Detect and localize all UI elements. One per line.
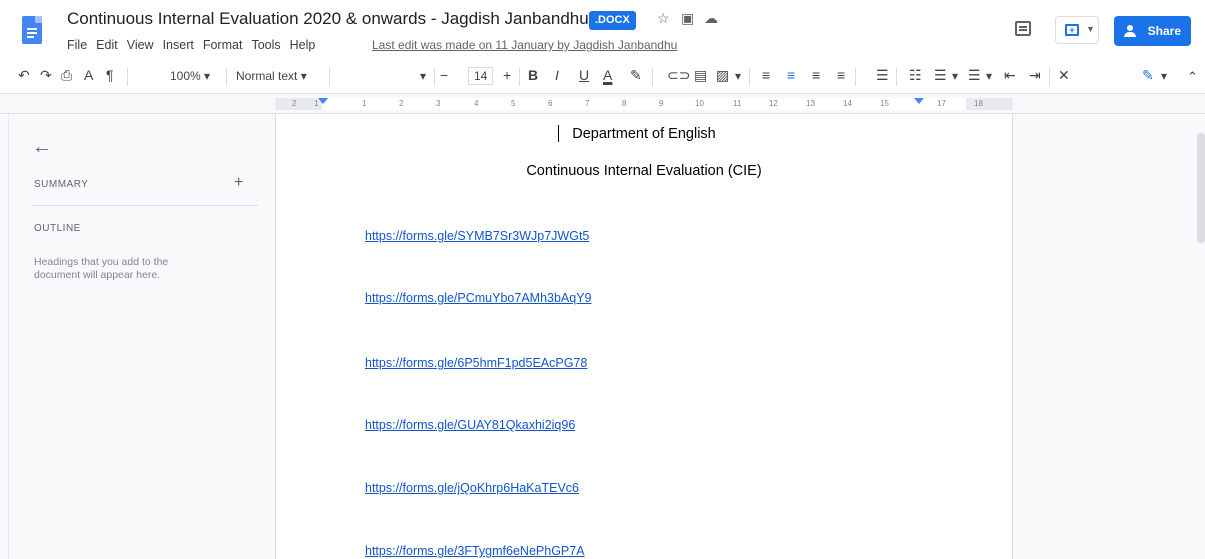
document-subheading[interactable]: Continuous Internal Evaluation (CIE) <box>276 163 1012 179</box>
increase-font-size-button[interactable]: + <box>503 67 511 83</box>
align-left-icon[interactable]: ≡ <box>762 67 770 83</box>
chevron-down-icon[interactable]: ▾ <box>735 69 741 83</box>
present-icon: + <box>1065 24 1079 36</box>
divider <box>32 205 258 206</box>
formatting-toolbar: ↶ ↷ ⎙ A ¶ 100% ▾ Normal text ▾ ▾ − 14 + … <box>0 60 1205 94</box>
align-right-icon[interactable]: ≡ <box>812 67 820 83</box>
menu-insert[interactable]: Insert <box>163 38 194 52</box>
font-size-input[interactable]: 14 <box>468 67 494 85</box>
menu-bar: File Edit View Insert Format Tools Help <box>67 38 324 52</box>
document-outline-panel: ← SUMMARY + OUTLINE Headings that you ad… <box>10 114 276 559</box>
underline-button[interactable]: U <box>579 67 589 83</box>
highlight-color-icon[interactable]: ✎ <box>630 67 642 84</box>
present-button[interactable]: + ▼ <box>1055 16 1099 44</box>
chevron-down-icon[interactable]: ▾ <box>1161 69 1167 83</box>
outline-hint: Headings that you add to the document wi… <box>34 256 169 281</box>
decrease-indent-icon[interactable]: ⇤ <box>1004 67 1016 84</box>
justify-icon[interactable]: ≡ <box>837 67 845 83</box>
menu-tools[interactable]: Tools <box>251 38 280 52</box>
form-link[interactable]: https://forms.gle/PCmuYbo7AMh3bAqY9 <box>365 291 592 305</box>
chevron-down-icon[interactable]: ▾ <box>952 69 958 83</box>
menu-edit[interactable]: Edit <box>96 38 118 52</box>
menu-file[interactable]: File <box>67 38 87 52</box>
document-title[interactable]: Continuous Internal Evaluation 2020 & on… <box>67 9 589 29</box>
add-summary-icon[interactable]: + <box>234 174 243 192</box>
print-icon[interactable]: ⎙ <box>61 67 72 84</box>
font-select[interactable]: ▾ <box>420 69 426 83</box>
line-spacing-icon[interactable]: ☰ <box>876 67 889 84</box>
bold-button[interactable]: B <box>528 67 538 83</box>
summary-label: SUMMARY <box>34 179 89 190</box>
form-link[interactable]: https://forms.gle/GUAY81Qkaxhi2iq96 <box>365 418 575 432</box>
document-heading[interactable]: Department of English <box>276 126 1012 142</box>
share-button[interactable]: Share <box>1114 16 1191 46</box>
cloud-status-icon[interactable]: ☁ <box>704 10 718 27</box>
comment-history-icon[interactable] <box>1015 21 1031 36</box>
form-link[interactable]: https://forms.gle/SYMB7Sr3WJp7JWGt5 <box>365 229 589 243</box>
file-type-badge: .DOCX <box>589 11 636 30</box>
docs-logo-icon[interactable] <box>22 16 42 44</box>
share-label: Share <box>1147 24 1181 38</box>
right-indent-marker[interactable] <box>914 98 924 104</box>
hide-menus-icon[interactable]: ⌃ <box>1187 69 1198 85</box>
menu-view[interactable]: View <box>127 38 154 52</box>
increase-indent-icon[interactable]: ⇥ <box>1029 67 1041 84</box>
add-comment-icon[interactable]: ▤ <box>694 67 707 84</box>
undo-icon[interactable]: ↶ <box>18 67 30 84</box>
title-bar: Continuous Internal Evaluation 2020 & on… <box>0 0 1205 60</box>
zoom-select[interactable]: 100% ▾ <box>170 69 210 83</box>
bulleted-list-icon[interactable]: ☰ <box>934 67 947 84</box>
style-select[interactable]: Normal text ▾ <box>236 69 307 83</box>
right-gutter <box>1013 114 1205 559</box>
person-add-icon <box>1124 25 1136 37</box>
outline-label: OUTLINE <box>34 223 81 234</box>
numbered-list-icon[interactable]: ☰ <box>968 67 981 84</box>
text-color-button[interactable]: A <box>603 67 612 83</box>
italic-button[interactable]: I <box>555 67 559 83</box>
insert-image-icon[interactable]: ▨ <box>716 67 729 84</box>
clear-formatting-icon[interactable]: ✕ <box>1058 67 1070 84</box>
redo-icon[interactable]: ↷ <box>40 67 52 84</box>
menu-help[interactable]: Help <box>290 38 316 52</box>
align-center-icon[interactable]: ≡ <box>787 67 795 83</box>
form-link[interactable]: https://forms.gle/3FTygmf6eNePhGP7A <box>365 544 585 558</box>
document-page[interactable]: Department of English Continuous Interna… <box>276 114 1012 559</box>
insert-link-icon[interactable]: ⊂⊃ <box>667 67 690 84</box>
star-icon[interactable]: ☆ <box>657 10 670 27</box>
paint-format-icon[interactable]: ¶ <box>106 67 114 83</box>
checklist-icon[interactable]: ☷ <box>909 67 922 84</box>
last-edit-link[interactable]: Last edit was made on 11 January by Jagd… <box>372 38 677 52</box>
move-to-folder-icon[interactable]: ▣ <box>681 10 694 27</box>
chevron-down-icon[interactable]: ▾ <box>986 69 992 83</box>
vertical-scrollbar[interactable] <box>1197 133 1205 243</box>
form-link[interactable]: https://forms.gle/6P5hmF1pd5EAcPG78 <box>365 356 587 370</box>
editing-mode-icon[interactable]: ✎ <box>1142 67 1154 84</box>
form-link[interactable]: https://forms.gle/jQoKhrp6HaKaTEVc6 <box>365 481 579 495</box>
spellcheck-icon[interactable]: A <box>84 67 93 83</box>
back-arrow-icon[interactable]: ← <box>32 136 52 159</box>
menu-format[interactable]: Format <box>203 38 243 52</box>
decrease-font-size-button[interactable]: − <box>440 67 448 83</box>
chevron-down-icon: ▼ <box>1086 24 1095 34</box>
vertical-ruler <box>0 114 9 559</box>
horizontal-ruler: 2 1 1 2 3 4 5 6 7 8 9 10 11 12 13 14 15 … <box>0 94 1205 114</box>
ruler-track[interactable]: 2 1 1 2 3 4 5 6 7 8 9 10 11 12 13 14 15 … <box>276 98 1012 110</box>
